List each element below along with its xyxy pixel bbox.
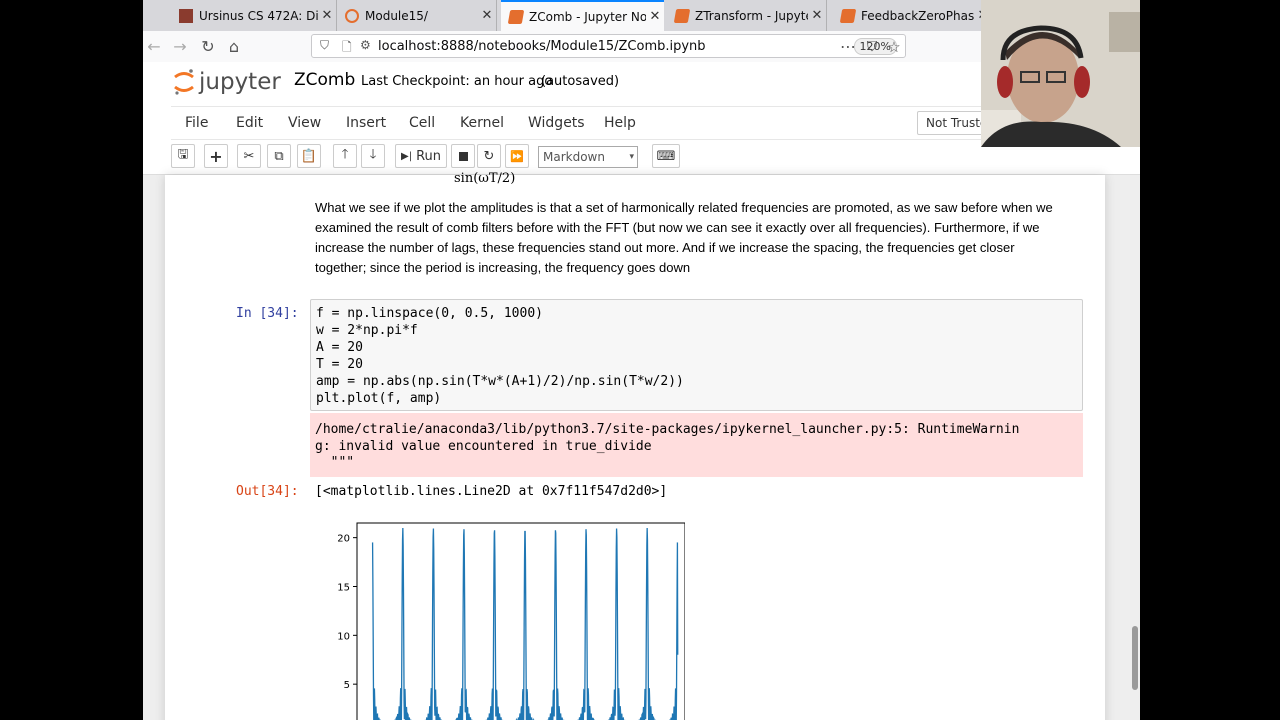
notebook-favicon-icon xyxy=(507,9,525,24)
code-line: plt.plot(f, amp) xyxy=(316,391,442,406)
tab-ursinus[interactable]: Ursinus CS 472A: Dig ✕ xyxy=(171,0,337,31)
notebook-area: sin(ωT/2) What we see if we plot the amp… xyxy=(143,171,1140,720)
cut-icon[interactable]: ✂ xyxy=(237,144,261,168)
move-up-icon[interactable]: 🡑 xyxy=(333,144,357,168)
code-line: f = np.linspace(0, 0.5, 1000) xyxy=(316,306,543,321)
checkpoint-status: Last Checkpoint: an hour ago xyxy=(361,74,553,89)
plot-output: 20 15 10 5 xyxy=(315,517,686,720)
permissions-icon[interactable]: ⚙ xyxy=(360,38,371,52)
cell-type-select[interactable]: Markdown ▾ xyxy=(538,146,638,168)
menu-file[interactable]: File xyxy=(185,115,208,131)
close-icon[interactable]: ✕ xyxy=(478,8,496,23)
tab-zcomb[interactable]: ZComb - Jupyter No ✕ xyxy=(501,0,664,31)
webcam-overlay xyxy=(981,0,1140,147)
menu-kernel[interactable]: Kernel xyxy=(460,115,504,131)
code-line: amp = np.abs(np.sin(T*w*(A+1)/2)/np.sin(… xyxy=(316,374,684,389)
y-tick-label: 5 xyxy=(344,680,350,691)
y-tick-label: 10 xyxy=(337,631,350,642)
stderr-line: g: invalid value encountered in true_div… xyxy=(315,439,652,454)
tab-label: FeedbackZeroPhase xyxy=(861,8,974,23)
tab-feedbackzerophase[interactable]: FeedbackZeroPhase ✕ xyxy=(833,0,993,31)
y-tick-label: 20 xyxy=(337,534,350,545)
autosave-status: (autosaved) xyxy=(541,74,620,89)
reload-icon[interactable]: ↻ xyxy=(197,36,219,58)
close-icon[interactable]: ✕ xyxy=(646,9,664,24)
run-button[interactable]: ▶| Run xyxy=(395,144,447,168)
notebook-name[interactable]: ZComb xyxy=(294,70,355,90)
tab-label: ZTransform - Jupyte xyxy=(695,8,808,23)
y-tick-label: 15 xyxy=(337,582,350,593)
keyboard-icon[interactable]: ⌨ xyxy=(652,144,680,168)
webcam-person-image xyxy=(981,0,1140,147)
forward-icon[interactable]: → xyxy=(169,36,191,58)
stderr-line: /home/ctralie/anaconda3/lib/python3.7/si… xyxy=(315,422,1020,437)
stderr-line: """ xyxy=(315,455,355,470)
output-prompt: Out[34]: xyxy=(236,484,299,499)
bookmark-star-icon[interactable]: ☆ xyxy=(883,36,905,58)
menu-cell[interactable]: Cell xyxy=(409,115,435,131)
menu-insert[interactable]: Insert xyxy=(346,115,386,131)
code-cell[interactable]: f = np.linspace(0, 0.5, 1000) w = 2*np.p… xyxy=(310,299,1083,411)
pocket-icon[interactable]: ⛉ xyxy=(861,36,883,58)
interrupt-icon[interactable] xyxy=(451,144,475,168)
code-line: w = 2*np.pi*f xyxy=(316,323,418,338)
page-info-icon[interactable]: 🗋 xyxy=(342,38,352,59)
notebook-page: sin(ωT/2) What we see if we plot the amp… xyxy=(165,171,1105,720)
code-line: A = 20 xyxy=(316,340,363,355)
run-label: Run xyxy=(416,148,441,164)
notebook-favicon-icon xyxy=(673,8,691,23)
run-icon: ▶| xyxy=(401,150,413,162)
stderr-output: /home/ctralie/anaconda3/lib/python3.7/si… xyxy=(310,413,1083,477)
menu-help[interactable]: Help xyxy=(604,115,636,131)
home-icon[interactable]: ⌂ xyxy=(223,36,245,58)
notebook-favicon-icon xyxy=(839,8,857,23)
shield-icon: ⛉ xyxy=(320,38,330,52)
input-prompt: In [34]: xyxy=(236,306,299,321)
menu-edit[interactable]: Edit xyxy=(236,115,263,131)
restart-icon[interactable]: ↻ xyxy=(477,144,501,168)
close-icon[interactable]: ✕ xyxy=(318,8,336,23)
math-fragment: sin(ωT/2) xyxy=(454,171,516,186)
jupyter-logo-icon xyxy=(174,69,194,95)
copy-icon[interactable]: ⧉ xyxy=(267,144,291,168)
jupyter-logo[interactable]: jupyter xyxy=(173,68,281,96)
tab-label: ZComb - Jupyter No xyxy=(529,9,646,24)
cell-type-value: Markdown xyxy=(543,150,605,164)
output-text: [<matplotlib.lines.Line2D at 0x7f11f547d… xyxy=(315,484,668,499)
menu-widgets[interactable]: Widgets xyxy=(528,115,585,131)
scrollbar-thumb[interactable] xyxy=(1132,626,1138,690)
markdown-cell-text[interactable]: What we see if we plot the amplitudes is… xyxy=(315,198,1055,278)
more-actions-icon[interactable]: ⋯ xyxy=(837,36,859,58)
plot-axes-frame xyxy=(356,522,686,720)
url-text[interactable]: localhost:8888/notebooks/Module15/ZComb.… xyxy=(378,39,706,54)
code-line: T = 20 xyxy=(316,357,363,372)
save-icon[interactable]: 🖫 xyxy=(171,144,195,168)
line-chart: 20 15 10 5 xyxy=(337,522,686,720)
favicon-icon xyxy=(179,8,193,23)
page-scrollbar[interactable] xyxy=(1131,174,1140,720)
tab-ztransform[interactable]: ZTransform - Jupyte ✕ xyxy=(667,0,827,31)
add-cell-icon[interactable]: + xyxy=(204,144,228,168)
back-icon[interactable]: ← xyxy=(143,36,165,58)
url-bar[interactable]: ⛉ 🗋 ⚙ localhost:8888/notebooks/Module15/… xyxy=(311,34,906,58)
logo-text: jupyter xyxy=(199,69,281,95)
chevron-down-icon: ▾ xyxy=(629,152,634,162)
tab-label: Ursinus CS 472A: Dig xyxy=(199,8,318,23)
move-down-icon[interactable]: 🡓 xyxy=(361,144,385,168)
close-icon[interactable]: ✕ xyxy=(808,8,826,23)
tab-module15[interactable]: Module15/ ✕ xyxy=(337,0,497,31)
tab-label: Module15/ xyxy=(365,8,428,23)
restart-run-all-icon[interactable]: ⏩ xyxy=(505,144,529,168)
menu-view[interactable]: View xyxy=(288,115,321,131)
jupyter-favicon-icon xyxy=(345,8,359,23)
paste-icon[interactable]: 📋 xyxy=(297,144,321,168)
